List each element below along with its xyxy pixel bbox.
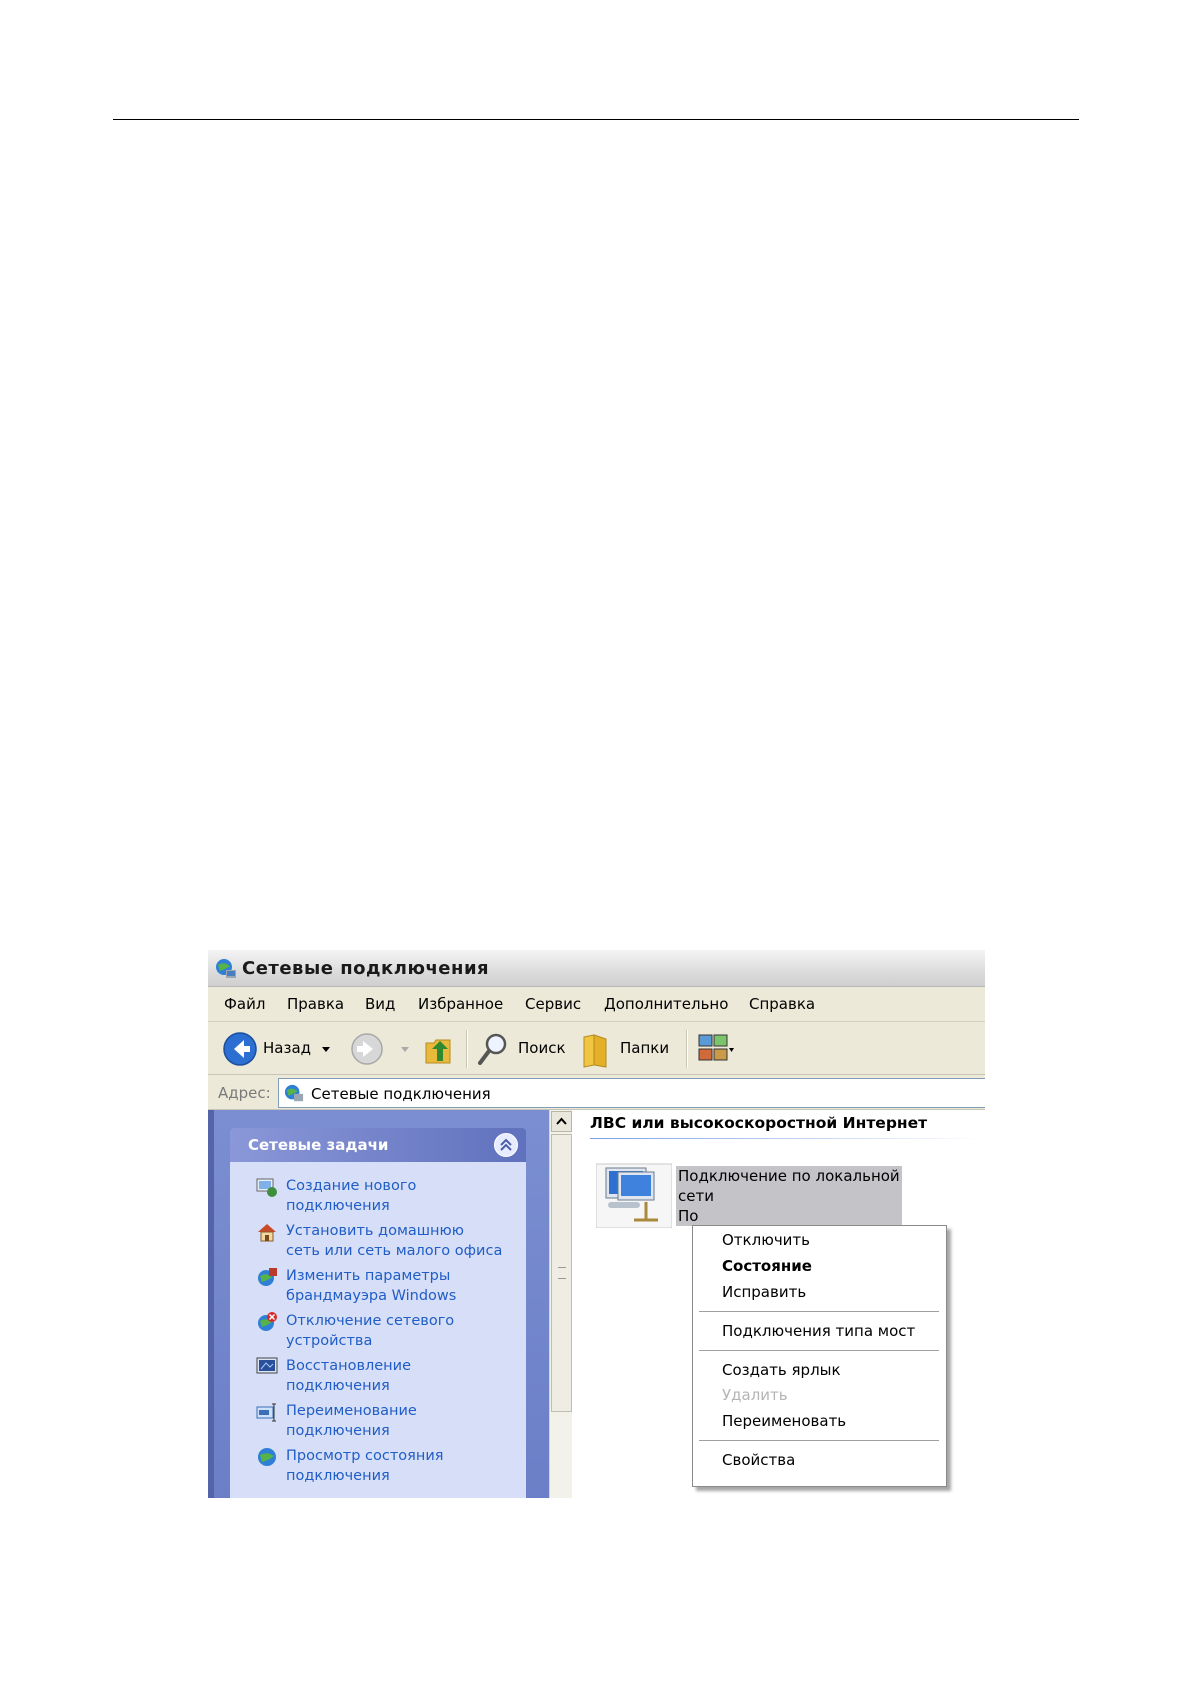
menu-favorites[interactable]: Избранное (418, 995, 503, 1013)
view-status-icon (258, 1448, 276, 1466)
task-home-network[interactable]: Установить домашнюю сеть или сеть малого … (256, 1221, 526, 1263)
folders-label: Папки (620, 1039, 670, 1057)
task-rename[interactable]: Переименование подключения (256, 1401, 526, 1443)
menu-help[interactable]: Справка (749, 995, 815, 1013)
folders-icon (583, 1034, 607, 1068)
menu-item-create-shortcut[interactable]: Создать ярлык (722, 1361, 841, 1379)
group-header: ЛВС или высокоскоростной Интернет (590, 1114, 928, 1132)
menu-tools[interactable]: Сервис (525, 995, 581, 1013)
forward-button-icon[interactable] (350, 1032, 384, 1066)
lan-connection-label[interactable]: Подключение по локальной сети По (676, 1166, 902, 1226)
folders-button[interactable]: Папки (580, 1029, 672, 1069)
network-connections-icon (284, 1084, 304, 1102)
menu-separator (699, 1311, 939, 1312)
firewall-icon (258, 1268, 277, 1286)
views-icon[interactable] (698, 1034, 734, 1066)
lan-connection-icon[interactable] (596, 1162, 672, 1228)
search-button[interactable]: Поиск (476, 1029, 566, 1069)
home-network-icon (258, 1224, 276, 1242)
menu-advanced[interactable]: Дополнительно (604, 995, 728, 1013)
task-disable-device[interactable]: Отключение сетевого устройства (256, 1311, 526, 1353)
up-folder-icon[interactable] (420, 1031, 456, 1067)
address-field[interactable]: Сетевые подключения (278, 1078, 985, 1108)
toolbar: Назад Поиск Папки (208, 1022, 985, 1075)
scroll-thumb[interactable] (551, 1134, 572, 1412)
menu-item-delete: Удалить (722, 1386, 788, 1404)
address-label: Адрес: (218, 1084, 271, 1102)
menu-item-rename[interactable]: Переименовать (722, 1412, 846, 1430)
window-title: Сетевые подключения (242, 958, 490, 979)
repair-icon (256, 1357, 278, 1374)
disable-device-icon (258, 1312, 277, 1331)
title-bar: Сетевые подключения (208, 950, 985, 987)
menu-file[interactable]: Файл (224, 995, 265, 1013)
menu-edit[interactable]: Правка (287, 995, 344, 1013)
task-pane-scrollbar[interactable] (549, 1110, 572, 1498)
menu-bar: Файл Правка Вид Избранное Сервис Дополни… (208, 987, 985, 1022)
scroll-up-button[interactable] (551, 1111, 572, 1132)
back-dropdown-icon[interactable] (321, 1046, 331, 1054)
rename-icon (256, 1403, 276, 1422)
menu-item-properties[interactable]: Свойства (722, 1451, 795, 1469)
group-divider (590, 1138, 985, 1139)
task-pane: Сетевые задачи Создание нового подключени… (208, 1110, 549, 1498)
menu-separator (699, 1440, 939, 1441)
back-label: Назад (263, 1039, 312, 1057)
network-connections-window: Сетевые подключения Файл Правка Вид Избр… (208, 950, 985, 1498)
collapse-icon[interactable] (494, 1133, 518, 1157)
search-label: Поиск (518, 1039, 566, 1057)
network-tasks-header[interactable]: Сетевые задачи (230, 1128, 526, 1162)
task-view-status[interactable]: Просмотр состояния подключения (256, 1446, 526, 1488)
menu-separator (699, 1350, 939, 1351)
menu-item-repair[interactable]: Исправить (722, 1283, 806, 1301)
network-tasks-title: Сетевые задачи (248, 1136, 389, 1154)
network-tasks-list: Создание нового подключения Установить до… (230, 1162, 526, 1498)
new-connection-icon (256, 1178, 277, 1197)
menu-view[interactable]: Вид (365, 995, 395, 1013)
address-value: Сетевые подключения (311, 1085, 491, 1103)
page-top-rule (113, 119, 1079, 120)
menu-item-bridge[interactable]: Подключения типа мост (722, 1322, 915, 1340)
task-new-connection[interactable]: Создание нового подключения (256, 1176, 526, 1218)
chevron-up-icon (556, 1117, 567, 1125)
back-button[interactable]: Назад (222, 1029, 318, 1069)
menu-item-status[interactable]: Состояние (722, 1257, 812, 1275)
network-connections-icon (216, 959, 236, 978)
task-firewall[interactable]: Изменить параметры брандмауэра Windows (256, 1266, 526, 1308)
search-icon (478, 1033, 507, 1065)
back-arrow-icon (223, 1032, 257, 1066)
menu-item-disconnect[interactable]: Отключить (722, 1231, 810, 1249)
context-menu: Отключить Состояние Исправить Подключени… (692, 1225, 947, 1487)
task-repair[interactable]: Восстановление подключения (256, 1356, 526, 1398)
address-bar: Адрес: Сетевые подключения (208, 1075, 985, 1110)
forward-dropdown-icon[interactable] (400, 1046, 410, 1054)
